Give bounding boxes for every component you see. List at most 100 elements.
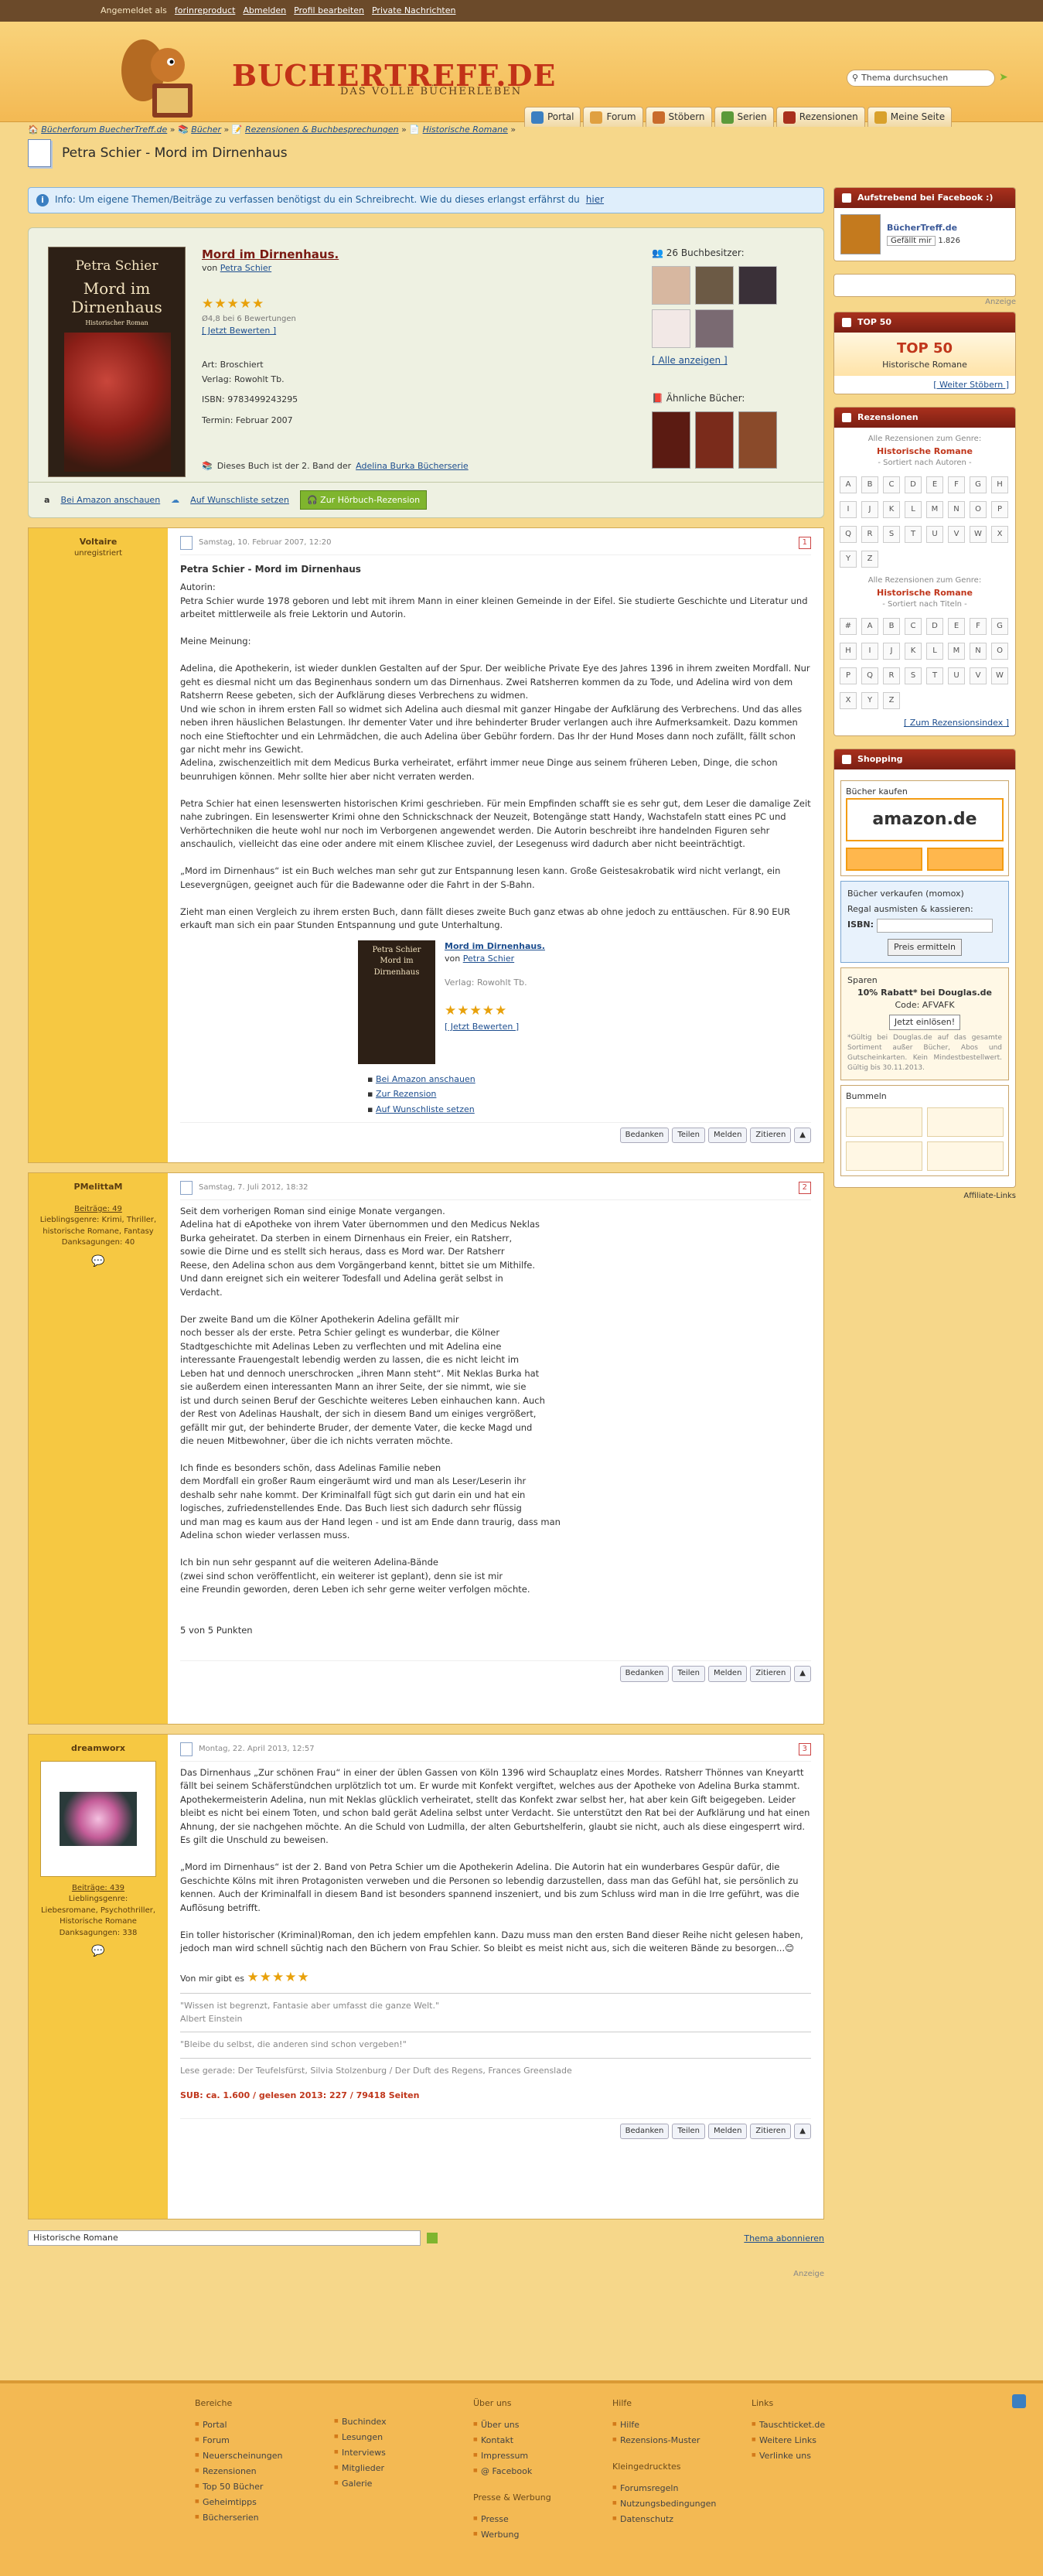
letter-link[interactable]: # bbox=[840, 618, 857, 636]
letter-link[interactable]: Z bbox=[883, 692, 900, 710]
footer-link[interactable]: Forumsregeln bbox=[612, 2482, 752, 2495]
footer-link[interactable]: Tauschticket.de bbox=[752, 2419, 891, 2431]
quote-button[interactable]: Zitieren bbox=[750, 1127, 792, 1144]
letter-link[interactable]: C bbox=[905, 618, 922, 636]
fb-page-name[interactable]: BücherTreff.de bbox=[887, 222, 960, 234]
similar-cover[interactable] bbox=[695, 411, 734, 469]
footer-link[interactable]: Rezensions-Muster bbox=[612, 2434, 752, 2447]
footer-link[interactable]: Weitere Links bbox=[752, 2434, 891, 2447]
amazon-link[interactable]: Bei Amazon anschauen bbox=[60, 494, 160, 507]
letter-link[interactable]: P bbox=[840, 667, 857, 685]
amazon-button-right[interactable] bbox=[927, 848, 1004, 872]
letter-link[interactable]: M bbox=[926, 501, 943, 519]
letter-link[interactable]: T bbox=[905, 526, 922, 544]
fb-page-image[interactable] bbox=[840, 214, 881, 254]
letter-link[interactable]: T bbox=[926, 667, 943, 685]
footer-link[interactable]: Nutzungsbedingungen bbox=[612, 2498, 752, 2510]
letter-link[interactable]: L bbox=[926, 643, 943, 660]
footer-link[interactable]: Werbung bbox=[473, 2529, 612, 2541]
footer-link[interactable]: Geheimtipps bbox=[195, 2496, 334, 2509]
share-button[interactable]: Teilen bbox=[672, 2123, 706, 2140]
letter-link[interactable]: D bbox=[905, 476, 922, 494]
letter-link[interactable]: O bbox=[991, 643, 1008, 660]
book-author-link[interactable]: Petra Schier bbox=[220, 263, 271, 273]
embedded-rate-link[interactable]: [ Jetzt Bewerten ] bbox=[445, 1022, 519, 1032]
footer-link[interactable]: Verlinke uns bbox=[752, 2450, 891, 2462]
footer-link[interactable]: Kontakt bbox=[473, 2434, 612, 2447]
owner-avatar[interactable] bbox=[652, 266, 690, 305]
letter-link[interactable]: V bbox=[948, 526, 965, 544]
footer-link[interactable]: Bücherserien bbox=[195, 2512, 334, 2524]
series-link[interactable]: Adelina Burka Bücherserie bbox=[356, 460, 469, 473]
post-number[interactable]: 1 bbox=[798, 536, 811, 550]
thank-button[interactable]: Bedanken bbox=[619, 2123, 670, 2140]
audiobook-review-button[interactable]: 🎧 Zur Hörbuch-Rezension bbox=[299, 490, 428, 510]
letter-link[interactable]: L bbox=[905, 501, 922, 519]
nav-tab-serien[interactable]: Serien bbox=[714, 107, 774, 127]
report-button[interactable]: Melden bbox=[708, 1666, 748, 1682]
letter-link[interactable]: A bbox=[861, 618, 878, 636]
subscribe-link[interactable]: Thema abonnieren bbox=[744, 2233, 824, 2245]
letter-link[interactable]: Q bbox=[840, 526, 857, 544]
nav-tab-portal[interactable]: Portal bbox=[524, 107, 581, 127]
post-username[interactable]: PMelittaM bbox=[33, 1181, 163, 1193]
footer-link[interactable]: Interviews bbox=[334, 2447, 473, 2459]
share-button[interactable]: Teilen bbox=[672, 1127, 706, 1144]
footer-link[interactable]: Hilfe bbox=[612, 2419, 752, 2431]
letter-link[interactable]: F bbox=[948, 476, 965, 494]
letter-link[interactable]: Y bbox=[840, 551, 857, 568]
footer-link[interactable]: Galerie bbox=[334, 2478, 473, 2490]
letter-link[interactable]: J bbox=[861, 501, 878, 519]
search-input[interactable]: ⚲ Thema durchsuchen bbox=[847, 70, 995, 87]
breadcrumb-historische-romane[interactable]: Historische Romane bbox=[423, 125, 508, 135]
similar-cover[interactable] bbox=[652, 411, 690, 469]
post-username[interactable]: dreamworx bbox=[33, 1742, 163, 1755]
embedded-book-title[interactable]: Mord im Dirnenhaus. bbox=[445, 941, 545, 951]
nav-tab-forum[interactable]: Forum bbox=[583, 107, 643, 127]
quote-button[interactable]: Zitieren bbox=[750, 1666, 792, 1682]
scroll-top-icon[interactable]: ▲ bbox=[794, 2123, 811, 2140]
edit-profile-link[interactable]: Profil bearbeiten bbox=[294, 5, 364, 17]
owner-avatar[interactable] bbox=[738, 266, 777, 305]
pm-bubble-icon[interactable]: 💬 bbox=[33, 1943, 163, 1959]
footer-link[interactable]: Mitglieder bbox=[334, 2462, 473, 2475]
search-go-icon[interactable]: ➤ bbox=[999, 70, 1011, 87]
rate-now-link[interactable]: [ Jetzt Bewerten ] bbox=[202, 326, 276, 336]
report-button[interactable]: Melden bbox=[708, 2123, 748, 2140]
browse-tile[interactable] bbox=[927, 1107, 1004, 1137]
back-to-top-icon[interactable] bbox=[1012, 2394, 1026, 2408]
nav-tab-rezensionen[interactable]: Rezensionen bbox=[775, 107, 865, 127]
browse-tile[interactable] bbox=[846, 1141, 922, 1171]
letter-link[interactable]: J bbox=[883, 643, 900, 660]
letter-link[interactable]: S bbox=[883, 526, 900, 544]
similar-cover[interactable] bbox=[738, 411, 777, 469]
embedded-review-link[interactable]: Zur Rezension bbox=[376, 1089, 436, 1099]
thank-button[interactable]: Bedanken bbox=[619, 1666, 670, 1682]
footer-link[interactable]: Forum bbox=[195, 2434, 334, 2447]
footer-link[interactable]: Über uns bbox=[473, 2419, 612, 2431]
breadcrumb-buecher[interactable]: Bücher bbox=[191, 125, 221, 135]
scroll-top-icon[interactable]: ▲ bbox=[794, 1666, 811, 1682]
letter-link[interactable]: V bbox=[970, 667, 987, 685]
footer-link[interactable]: Buchindex bbox=[334, 2416, 473, 2428]
letter-link[interactable]: G bbox=[991, 618, 1008, 636]
post-number[interactable]: 3 bbox=[798, 1742, 811, 1756]
letter-link[interactable]: U bbox=[948, 667, 965, 685]
letter-link[interactable]: P bbox=[991, 501, 1008, 519]
letter-link[interactable]: M bbox=[948, 643, 965, 660]
fb-like-button[interactable]: Gefällt mir bbox=[887, 235, 936, 246]
letter-link[interactable]: G bbox=[970, 476, 987, 494]
top50-more-link[interactable]: [ Weiter Stöbern ] bbox=[933, 380, 1009, 390]
letter-link[interactable]: C bbox=[883, 476, 900, 494]
letter-link[interactable]: Y bbox=[861, 692, 878, 710]
letter-link[interactable]: B bbox=[883, 618, 900, 636]
jump-go-button[interactable] bbox=[427, 2233, 438, 2243]
thank-button[interactable]: Bedanken bbox=[619, 1127, 670, 1144]
redeem-button[interactable]: Jetzt einlösen! bbox=[888, 1014, 961, 1030]
footer-link[interactable]: @ Facebook bbox=[473, 2465, 612, 2478]
pm-bubble-icon[interactable]: 💬 bbox=[33, 1254, 163, 1269]
browse-tile[interactable] bbox=[846, 1107, 922, 1137]
owners-all-link[interactable]: [ Alle anzeigen ] bbox=[652, 354, 777, 367]
letter-link[interactable]: N bbox=[948, 501, 965, 519]
breadcrumb-home[interactable]: Bücherforum BuecherTreff.de bbox=[41, 125, 167, 135]
